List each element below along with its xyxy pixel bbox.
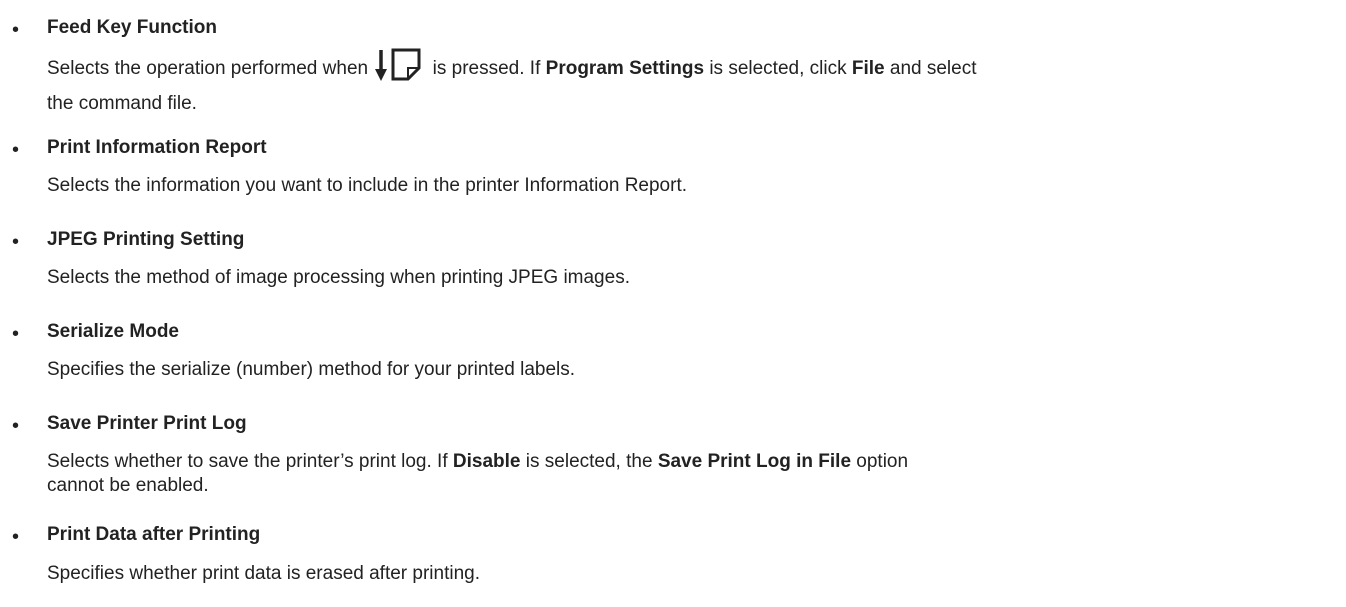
- item-description-line2: the command file.: [47, 93, 197, 114]
- item-title: Save Printer Print Log: [47, 413, 247, 434]
- item-description-line2: cannot be enabled.: [47, 475, 209, 496]
- bullet: •: [12, 526, 20, 548]
- item-title: Print Information Report: [47, 137, 267, 158]
- bullet: •: [12, 323, 20, 345]
- item-title: Serialize Mode: [47, 321, 179, 342]
- item-description: Specifies whether print data is erased a…: [47, 563, 481, 584]
- bullet: •: [12, 415, 20, 437]
- bullet: •: [12, 231, 20, 253]
- item-description: Selects whether to save the printer’s pr…: [47, 451, 909, 472]
- item-description: Selects the method of image processing w…: [47, 267, 630, 288]
- bullet: •: [12, 139, 20, 161]
- bullet: •: [12, 19, 20, 41]
- item-description: Specifies the serialize (number) method …: [47, 359, 576, 380]
- item-title: JPEG Printing Setting: [47, 229, 245, 250]
- item-title: Print Data after Printing: [47, 524, 261, 545]
- item-title: Feed Key Function: [47, 17, 217, 38]
- feed-key-icon: [375, 48, 423, 95]
- item-description: Selects the information you want to incl…: [47, 175, 688, 196]
